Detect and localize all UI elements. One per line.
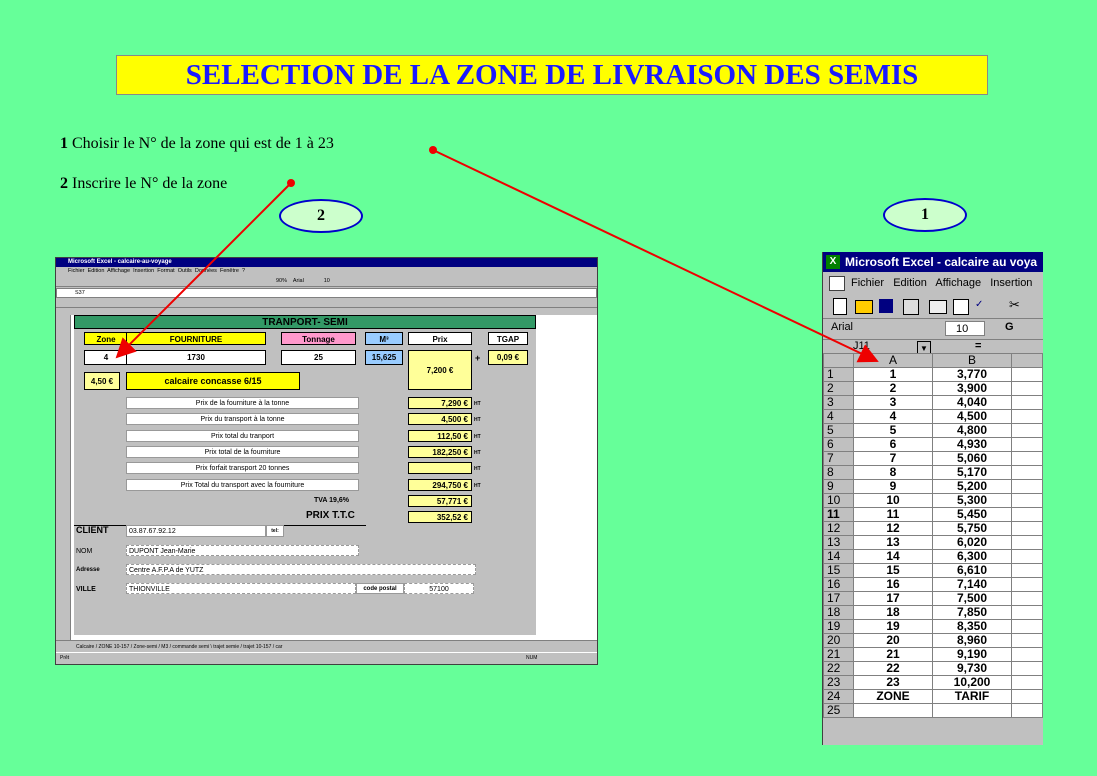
arrow-2-origin — [287, 179, 295, 187]
arrow-1 — [432, 149, 879, 363]
arrows-layer — [115, 146, 879, 363]
arrow-1-origin — [429, 146, 437, 154]
arrow-2 — [115, 182, 292, 359]
